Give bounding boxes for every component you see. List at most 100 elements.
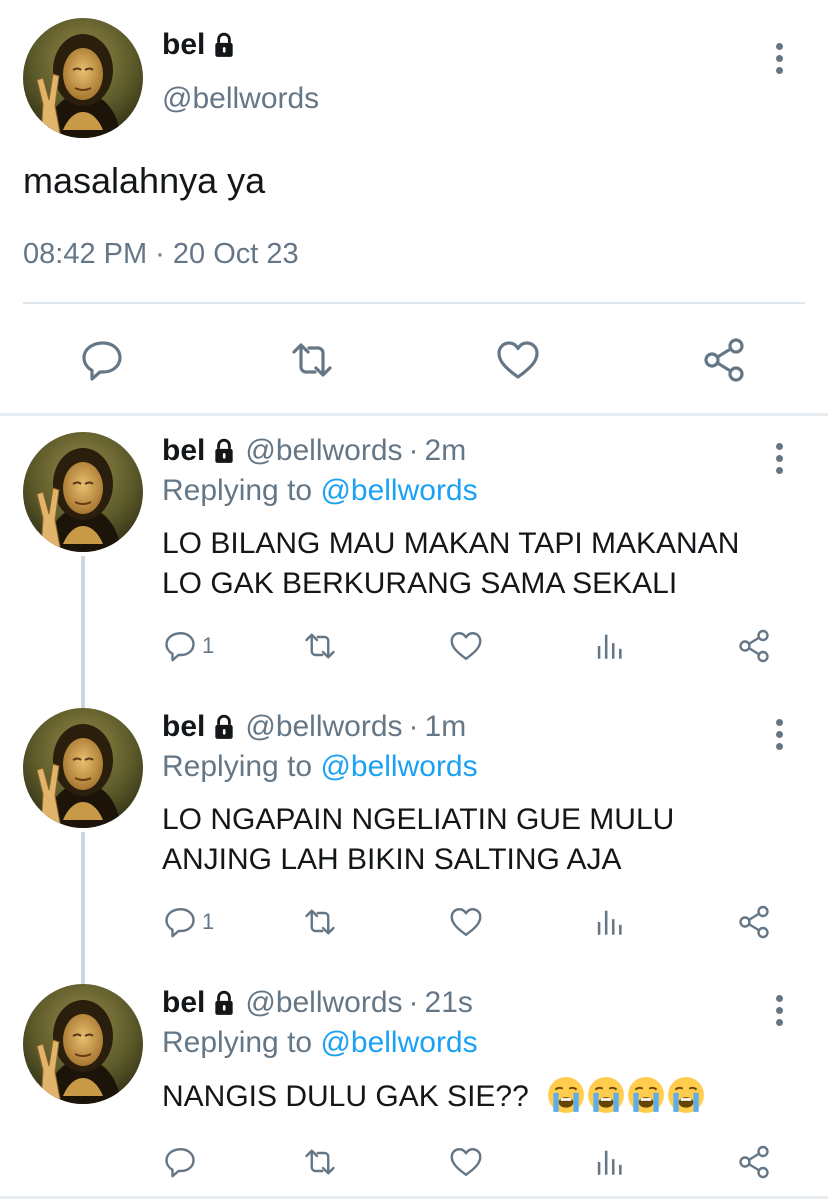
reply-header: bel @bellwords · 2m xyxy=(162,434,466,468)
reply-text-line: ANJING LAH BIKIN SALTING AJA xyxy=(162,843,622,876)
retweet-icon[interactable] xyxy=(288,336,336,384)
loudly-crying-face-icon xyxy=(667,1076,705,1114)
loudly-crying-face-icon xyxy=(587,1076,625,1114)
share-icon xyxy=(736,628,772,664)
reply-tweet[interactable]: bel @bellwords · 1m Replying to @bellwor… xyxy=(0,692,828,972)
lock-icon xyxy=(211,32,237,58)
reply-count: 1 xyxy=(202,909,215,934)
reply-text-line: LO GAK BERKURANG SAMA SEKALI xyxy=(162,567,678,600)
reply-timestamp[interactable]: 21s xyxy=(425,986,473,1020)
share-icon xyxy=(736,1144,772,1180)
reply-button[interactable]: 1 xyxy=(162,904,214,940)
share-button[interactable] xyxy=(736,904,772,940)
share-button[interactable] xyxy=(736,628,772,664)
analytics-icon xyxy=(592,1145,626,1179)
main-tweet: bel @bellwords masalahnya ya 08:42 PM · … xyxy=(0,0,828,414)
replying-to-label: Replying to xyxy=(162,474,313,507)
loudly-crying-face-icon xyxy=(627,1076,665,1114)
author-handle[interactable]: @bellwords xyxy=(245,986,402,1020)
thread-line xyxy=(81,692,85,708)
reply-actions: 1 xyxy=(0,904,828,944)
reply-header: bel @bellwords · 21s xyxy=(162,986,473,1020)
reply-icon xyxy=(162,628,198,664)
more-vertical-icon[interactable] xyxy=(769,714,789,754)
analytics-button[interactable] xyxy=(592,1144,626,1180)
avatar[interactable] xyxy=(23,708,143,828)
thread-line xyxy=(81,968,85,984)
author-handle[interactable]: @bellwords xyxy=(162,82,319,116)
reply-text-line: LO NGAPAIN NGELIATIN GUE MULU xyxy=(162,803,675,836)
retweet-button[interactable] xyxy=(302,904,338,940)
replying-to: Replying to @bellwords xyxy=(162,750,478,784)
reply-actions: 1 xyxy=(0,628,828,668)
reply-button[interactable] xyxy=(162,1144,198,1180)
share-icon xyxy=(736,904,772,940)
more-vertical-icon[interactable] xyxy=(769,990,789,1030)
reply-tweet[interactable]: bel @bellwords · 21s Replying to @bellwo… xyxy=(0,968,828,1196)
author-handle[interactable]: @bellwords xyxy=(245,710,402,744)
divider xyxy=(23,302,805,304)
mention-link[interactable]: @bellwords xyxy=(320,474,477,507)
reply-actions xyxy=(0,1144,828,1184)
replying-to-label: Replying to xyxy=(162,750,313,783)
lock-icon xyxy=(211,990,237,1016)
heart-icon xyxy=(448,628,484,664)
reply-text-line: LO BILANG MAU MAKAN TAPI MAKANAN xyxy=(162,527,740,560)
share-button[interactable] xyxy=(736,1144,772,1180)
retweet-button[interactable] xyxy=(302,1144,338,1180)
reply-tweet[interactable]: bel @bellwords · 2m Replying to @bellwor… xyxy=(0,416,828,696)
author-name-row[interactable]: bel xyxy=(162,28,237,62)
reply-count: 1 xyxy=(202,633,215,658)
mention-link[interactable]: @bellwords xyxy=(320,1026,477,1059)
separator: · xyxy=(408,434,419,467)
reply-button[interactable]: 1 xyxy=(162,628,214,664)
reply-icon xyxy=(162,1144,198,1180)
author-name[interactable]: bel xyxy=(162,986,205,1020)
avatar[interactable] xyxy=(23,18,143,138)
like-button[interactable] xyxy=(448,904,484,940)
analytics-button[interactable] xyxy=(592,628,626,664)
thread-line xyxy=(81,556,85,696)
reply-text: LO NGAPAIN NGELIATIN GUE MULU ANJING LAH… xyxy=(162,800,802,880)
reply-timestamp[interactable]: 1m xyxy=(425,710,467,744)
more-vertical-icon[interactable] xyxy=(769,38,789,78)
retweet-button[interactable] xyxy=(302,628,338,664)
heart-icon[interactable] xyxy=(494,336,542,384)
divider xyxy=(0,1196,828,1199)
reply-header: bel @bellwords · 1m xyxy=(162,710,466,744)
tweet-text: masalahnya ya xyxy=(23,160,266,201)
heart-icon xyxy=(448,1144,484,1180)
reply-text: NANGIS DULU GAK SIE?? xyxy=(162,1076,802,1117)
avatar[interactable] xyxy=(23,984,143,1104)
reply-icon xyxy=(162,904,198,940)
lock-icon xyxy=(211,714,237,740)
author-handle[interactable]: @bellwords xyxy=(245,434,402,468)
reply-text-line: NANGIS DULU GAK SIE?? xyxy=(162,1076,802,1117)
mention-link[interactable]: @bellwords xyxy=(320,750,477,783)
retweet-icon xyxy=(302,904,338,940)
share-icon[interactable] xyxy=(700,336,748,384)
loudly-crying-face-icon xyxy=(547,1076,585,1114)
reply-timestamp[interactable]: 2m xyxy=(425,434,467,468)
replying-to: Replying to @bellwords xyxy=(162,1026,478,1060)
like-button[interactable] xyxy=(448,1144,484,1180)
like-button[interactable] xyxy=(448,628,484,664)
retweet-icon xyxy=(302,628,338,664)
tweet-timestamp[interactable]: 08:42 PM · 20 Oct 23 xyxy=(23,238,299,271)
author-name[interactable]: bel xyxy=(162,434,205,468)
reply-icon[interactable] xyxy=(78,336,126,384)
analytics-icon xyxy=(592,905,626,939)
heart-icon xyxy=(448,904,484,940)
author-name[interactable]: bel xyxy=(162,28,205,62)
more-vertical-icon[interactable] xyxy=(769,438,789,478)
author-name[interactable]: bel xyxy=(162,710,205,744)
avatar[interactable] xyxy=(23,432,143,552)
reply-text-content: NANGIS DULU GAK SIE?? xyxy=(162,1080,529,1113)
separator: · xyxy=(408,986,419,1019)
analytics-icon xyxy=(592,629,626,663)
replying-to: Replying to @bellwords xyxy=(162,474,478,508)
analytics-button[interactable] xyxy=(592,904,626,940)
replying-to-label: Replying to xyxy=(162,1026,313,1059)
separator: · xyxy=(408,710,419,743)
reply-text: LO BILANG MAU MAKAN TAPI MAKANAN LO GAK … xyxy=(162,524,802,604)
